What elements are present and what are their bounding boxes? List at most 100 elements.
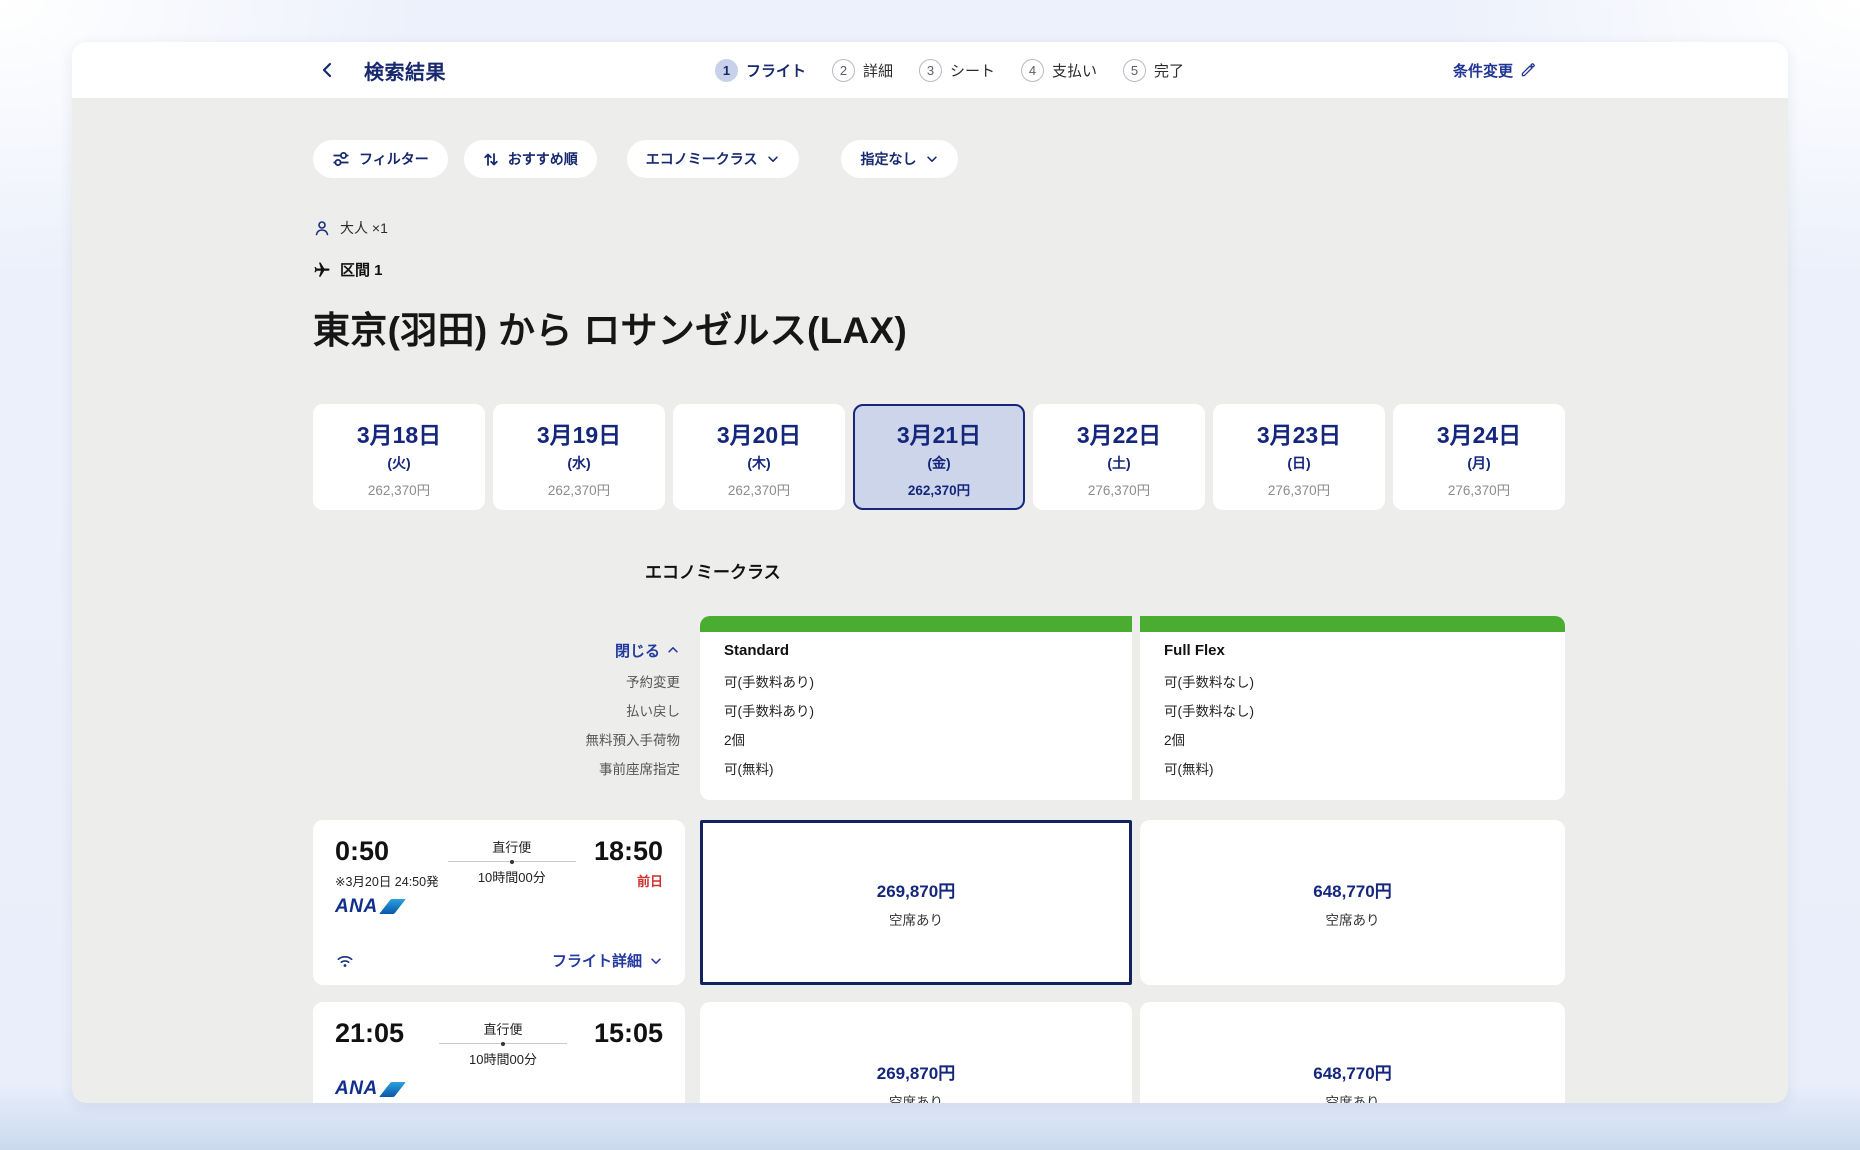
step-number: 4 bbox=[1021, 59, 1044, 82]
fare-column-green-bar bbox=[1140, 616, 1565, 632]
filter-chip-label: フィルター bbox=[359, 149, 429, 169]
sort-chip[interactable]: おすすめ順 bbox=[464, 140, 597, 178]
step-label: 支払い bbox=[1052, 60, 1097, 81]
seat-availability: 空席あり bbox=[1326, 1091, 1380, 1104]
fare-attr-value: 2個 bbox=[1164, 726, 1541, 755]
step-label: シート bbox=[950, 60, 995, 81]
fare-column-title: Standard bbox=[724, 632, 1108, 668]
standard-fare-cell-selected[interactable]: 269,870円 空席あり bbox=[700, 820, 1132, 985]
fare-price: 648,770円 bbox=[1313, 1059, 1391, 1084]
fare-option-dropdown[interactable]: 指定なし bbox=[841, 140, 958, 178]
chevron-down-icon bbox=[766, 152, 780, 166]
date-tab-mar24[interactable]: 3月24日 (月) 276,370円 bbox=[1393, 404, 1565, 510]
fare-attr-label: 払い戻し bbox=[313, 697, 680, 726]
filter-toolbar: フィルター おすすめ順 エコノミークラス 指定なし bbox=[313, 140, 1565, 178]
back-button[interactable] bbox=[318, 60, 338, 80]
date-price: 276,370円 bbox=[1088, 479, 1150, 499]
date-price: 276,370円 bbox=[1448, 479, 1510, 499]
ana-logo: ANA bbox=[335, 1078, 663, 1100]
date-price: 262,370円 bbox=[368, 479, 430, 499]
date-label: 3月20日 bbox=[717, 416, 801, 450]
date-label: 3月22日 bbox=[1077, 416, 1161, 450]
route-title: 東京(羽田) から ロサンゼルス(LAX) bbox=[313, 300, 1565, 354]
flight-duration: 10時間00分 bbox=[469, 1049, 537, 1068]
app-window: 検索結果 1 フライト 2 詳細 3 シート 4 支払い 5 完了 bbox=[72, 42, 1788, 1103]
step-seat[interactable]: 3 シート bbox=[919, 59, 995, 82]
collapse-fare-table-link[interactable]: 閉じる bbox=[313, 632, 680, 668]
fullflex-fare-cell[interactable]: 648,770円 空席あり bbox=[1140, 1002, 1565, 1103]
fare-column-green-bar bbox=[700, 616, 1132, 632]
flight-info-card: 0:50 ※3月20日 24:50発 直行便 10時間00分 18:50 前日 … bbox=[313, 820, 685, 985]
date-tab-mar21-selected[interactable]: 3月21日 (金) 262,370円 bbox=[853, 404, 1025, 510]
ana-swoosh-mark bbox=[379, 1082, 406, 1097]
page-title: 検索結果 bbox=[364, 56, 446, 85]
seat-availability: 空席あり bbox=[1326, 909, 1380, 929]
flight-result-row: 21:05 直行便 10時間00分 15:05 ANA bbox=[313, 1002, 1565, 1103]
flight-result-row: 0:50 ※3月20日 24:50発 直行便 10時間00分 18:50 前日 … bbox=[313, 820, 1565, 985]
step-flight[interactable]: 1 フライト bbox=[715, 59, 806, 82]
sort-chip-label: おすすめ順 bbox=[508, 149, 578, 169]
weekday-label: (木) bbox=[747, 453, 770, 473]
flight-details-label: フライト詳細 bbox=[552, 950, 642, 971]
step-details[interactable]: 2 詳細 bbox=[832, 59, 893, 82]
fare-attr-value: 可(手数料なし) bbox=[1164, 668, 1541, 697]
route-line bbox=[439, 1043, 567, 1044]
route-line bbox=[448, 861, 576, 862]
booking-stepper: 1 フライト 2 詳細 3 シート 4 支払い 5 完了 bbox=[715, 59, 1184, 82]
fare-attr-label: 事前座席指定 bbox=[313, 755, 680, 784]
chevron-down-icon bbox=[649, 954, 663, 968]
fare-attribute-labels: 閉じる 予約変更 払い戻し 無料預入手荷物 事前座席指定 bbox=[313, 616, 700, 800]
collapse-label: 閉じる bbox=[615, 640, 660, 661]
option-chip-label: 指定なし bbox=[860, 149, 916, 169]
date-tab-mar18[interactable]: 3月18日 (火) 262,370円 bbox=[313, 404, 485, 510]
fullflex-fare-cell[interactable]: 648,770円 空席あり bbox=[1140, 820, 1565, 985]
standard-fare-cell[interactable]: 269,870円 空席あり bbox=[700, 1002, 1132, 1103]
step-label: 完了 bbox=[1154, 60, 1184, 81]
step-number: 2 bbox=[832, 59, 855, 82]
date-label: 3月21日 bbox=[897, 416, 981, 450]
weekday-label: (金) bbox=[927, 453, 950, 473]
step-number: 5 bbox=[1123, 59, 1146, 82]
filter-chip[interactable]: フィルター bbox=[313, 140, 448, 178]
sliders-icon bbox=[332, 150, 350, 168]
change-conditions-link[interactable]: 条件変更 bbox=[1453, 60, 1536, 81]
ana-logo: ANA bbox=[335, 896, 663, 918]
arrival-time: 18:50 bbox=[585, 837, 663, 867]
fare-column-standard: Standard 可(手数料あり) 可(手数料あり) 2個 可(無料) bbox=[700, 616, 1132, 800]
date-tab-mar23[interactable]: 3月23日 (日) 276,370円 bbox=[1213, 404, 1385, 510]
step-payment[interactable]: 4 支払い bbox=[1021, 59, 1097, 82]
step-label: 詳細 bbox=[863, 60, 893, 81]
pencil-icon bbox=[1520, 62, 1536, 78]
edit-link-label: 条件変更 bbox=[1453, 60, 1513, 81]
airplane-icon bbox=[313, 261, 331, 279]
fare-attr-label: 予約変更 bbox=[313, 668, 680, 697]
chevron-left-icon bbox=[318, 60, 338, 80]
date-tab-mar19[interactable]: 3月19日 (水) 262,370円 bbox=[493, 404, 665, 510]
date-price: 262,370円 bbox=[728, 479, 790, 499]
airline-name: ANA bbox=[335, 1078, 378, 1100]
date-tab-mar22[interactable]: 3月22日 (土) 276,370円 bbox=[1033, 404, 1205, 510]
seat-availability: 空席あり bbox=[889, 909, 943, 929]
flight-details-link[interactable]: フライト詳細 bbox=[552, 950, 663, 971]
weekday-label: (月) bbox=[1467, 453, 1490, 473]
cabin-class-heading: エコノミークラス bbox=[645, 558, 1565, 583]
step-number: 1 bbox=[715, 59, 738, 82]
arrival-time: 15:05 bbox=[585, 1019, 663, 1049]
fare-attr-value: 可(手数料なし) bbox=[1164, 697, 1541, 726]
flight-duration: 10時間00分 bbox=[478, 867, 546, 886]
date-price: 262,370円 bbox=[908, 479, 970, 499]
wifi-icon bbox=[335, 952, 355, 969]
chevron-down-icon bbox=[925, 152, 939, 166]
weekday-label: (水) bbox=[567, 453, 590, 473]
passenger-label: 大人 ×1 bbox=[340, 218, 388, 238]
weekday-label: (日) bbox=[1287, 453, 1310, 473]
ana-swoosh-mark bbox=[379, 899, 406, 914]
segment-label: 区間 1 bbox=[340, 259, 383, 280]
weekday-label: (土) bbox=[1107, 453, 1130, 473]
date-tab-mar20[interactable]: 3月20日 (木) 262,370円 bbox=[673, 404, 845, 510]
step-complete[interactable]: 5 完了 bbox=[1123, 59, 1184, 82]
fare-attr-value: 2個 bbox=[724, 726, 1108, 755]
cabin-class-dropdown[interactable]: エコノミークラス bbox=[627, 140, 800, 178]
fare-price: 648,770円 bbox=[1313, 877, 1391, 902]
fare-column-fullflex: Full Flex 可(手数料なし) 可(手数料なし) 2個 可(無料) bbox=[1140, 616, 1565, 800]
